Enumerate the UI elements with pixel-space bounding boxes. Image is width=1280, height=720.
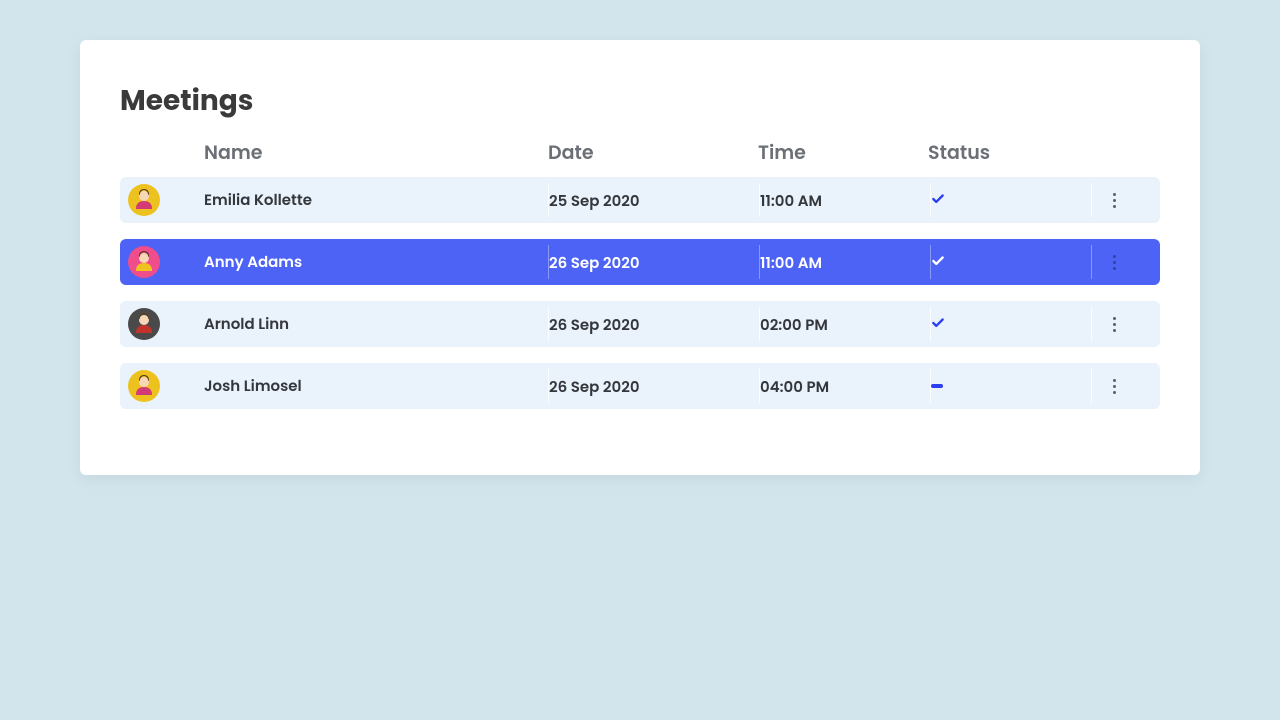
more-button[interactable]	[1104, 372, 1124, 400]
col-header-status: Status	[928, 138, 990, 167]
meetings-card: Meetings Name Date Time Status Emilia Ko…	[80, 40, 1200, 475]
cell-name: Josh Limosel	[204, 375, 302, 398]
check-icon	[931, 188, 945, 213]
cell-date: 26 Sep 2020	[549, 377, 640, 398]
cell-name: Emilia Kollette	[204, 189, 312, 212]
cell-time: 11:00 AM	[760, 253, 822, 274]
cell-name: Anny Adams	[204, 251, 302, 274]
avatar	[128, 246, 160, 278]
cell-date: 26 Sep 2020	[549, 315, 640, 336]
cell-time: 02:00 PM	[760, 315, 828, 336]
table-row[interactable]: Arnold Linn 26 Sep 2020 02:00 PM	[120, 301, 1160, 347]
page-title: Meetings	[120, 80, 1160, 122]
avatar	[128, 184, 160, 216]
check-icon	[931, 250, 945, 275]
more-button[interactable]	[1104, 248, 1124, 276]
cell-time: 11:00 AM	[760, 191, 822, 212]
cell-date: 25 Sep 2020	[549, 191, 640, 212]
table-row[interactable]: Josh Limosel 26 Sep 2020 04:00 PM	[120, 363, 1160, 409]
table-body: Emilia Kollette 25 Sep 2020 11:00 AM Ann…	[120, 177, 1160, 409]
avatar	[128, 370, 160, 402]
table-row[interactable]: Anny Adams 26 Sep 2020 11:00 AM	[120, 239, 1160, 285]
col-header-time: Time	[758, 139, 806, 166]
avatar	[128, 308, 160, 340]
cell-date: 26 Sep 2020	[549, 253, 640, 274]
table-header: Name Date Time Status	[120, 138, 1160, 177]
check-icon	[931, 312, 945, 337]
minus-icon	[931, 384, 943, 388]
more-button[interactable]	[1104, 186, 1124, 214]
more-button[interactable]	[1104, 310, 1124, 338]
col-header-name: Name	[204, 138, 262, 167]
col-header-date: Date	[548, 139, 594, 166]
table-row[interactable]: Emilia Kollette 25 Sep 2020 11:00 AM	[120, 177, 1160, 223]
cell-time: 04:00 PM	[760, 377, 829, 398]
cell-name: Arnold Linn	[204, 313, 289, 336]
